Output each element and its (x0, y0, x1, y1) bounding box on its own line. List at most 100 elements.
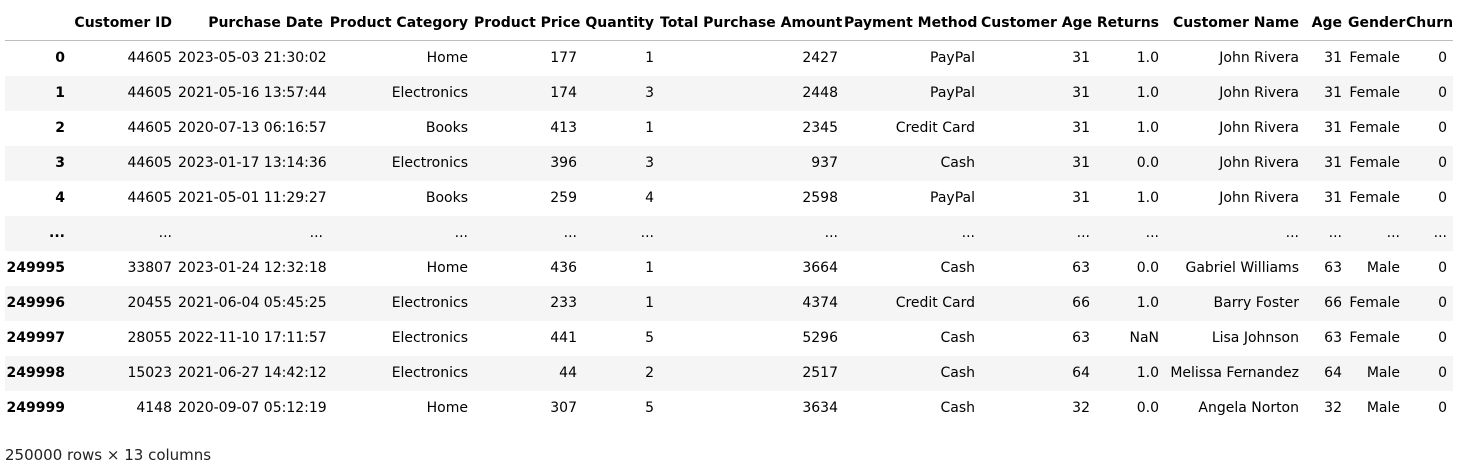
row-index: 1 (55, 85, 65, 101)
table-cell: 0 (1438, 400, 1447, 416)
table-cell: ... (640, 225, 654, 241)
table-cell: John Rivera (1219, 190, 1299, 206)
table-cell: 5296 (802, 330, 838, 346)
table-cell: 31 (1324, 50, 1342, 67)
table-cell: Lisa Johnson (1211, 330, 1299, 346)
column-header: Purchase Date (178, 6, 329, 41)
table-cell: 31 (1072, 120, 1090, 136)
table-cell: Electronics (391, 365, 468, 381)
column-header: Gender (1348, 6, 1406, 41)
table-cell: PayPal (930, 85, 975, 101)
table-body: 0 44605 2023-05-03 21:30:02 Home 177 1 2427 Pay… (5, 41, 1453, 426)
table-cell: 15023 (127, 365, 172, 381)
row-index: 249999 (6, 400, 65, 416)
table-cell: 2021-05-16 13:57:44 (178, 85, 327, 101)
table-cell: 259 (550, 190, 577, 206)
table-cell: Female (1349, 330, 1400, 346)
column-header: Customer ID (71, 6, 178, 41)
table-cell: PayPal (930, 190, 975, 206)
table-cell: 413 (550, 120, 577, 136)
table-cell: 2023-05-03 21:30:02 (178, 50, 327, 67)
table-cell: 0.0 (1136, 155, 1159, 171)
table-row: 249996 20455 2021-06-04 05:45:25 Electronic… (5, 285, 1453, 321)
table-cell: 0.0 (1136, 400, 1159, 416)
table-cell: ... (563, 225, 577, 241)
table-cell: Gabriel Williams (1185, 260, 1299, 276)
table-cell: 937 (811, 155, 838, 171)
table-cell: 44605 (127, 85, 172, 101)
table-cell: 1.0 (1136, 365, 1159, 381)
table-cell: ... (961, 225, 975, 241)
table-cell: Female (1349, 50, 1400, 67)
table-cell: Electronics (391, 85, 468, 101)
table-cell: 1.0 (1136, 190, 1159, 206)
column-header: Churn (1406, 6, 1453, 41)
table-cell: John Rivera (1219, 155, 1299, 171)
table-cell: 436 (550, 260, 577, 276)
table-row: 0 44605 2023-05-03 21:30:02 Home 177 1 2427 Pay… (5, 41, 1453, 76)
table-cell: 2021-06-27 14:42:12 (178, 365, 327, 381)
table-cell: 33807 (127, 260, 172, 276)
table-cell: Cash (940, 400, 975, 416)
table-cell: Electronics (391, 330, 468, 346)
table-cell: 0 (1438, 85, 1447, 101)
table-cell: Books (425, 120, 468, 136)
table-cell: 0 (1438, 120, 1447, 136)
table-cell: 31 (1324, 120, 1342, 136)
table-cell: 2427 (802, 50, 838, 67)
table-cell: Credit Card (895, 295, 975, 311)
table-row: 249995 33807 2023-01-24 12:32:18 Home 436 1 36… (5, 251, 1453, 286)
dataframe-table: Customer ID Purchase Date Product Catego… (5, 6, 1453, 426)
table-cell: Cash (940, 155, 975, 171)
table-row: ........................................… (5, 215, 1453, 251)
table-cell: 32 (1072, 400, 1090, 416)
table-cell: 4148 (136, 400, 172, 416)
table-cell: 63 (1072, 330, 1090, 346)
table-cell: 44605 (127, 190, 172, 206)
table-cell: 5 (645, 400, 654, 416)
table-cell: Cash (940, 330, 975, 346)
table-cell: 1.0 (1136, 120, 1159, 136)
table-cell: 2023-01-24 12:32:18 (178, 260, 327, 276)
table-cell: 44 (559, 365, 577, 381)
row-index: 249998 (6, 365, 65, 381)
table-cell: PayPal (930, 50, 975, 67)
table-cell: ... (824, 225, 838, 241)
table-row: 2 44605 2020-07-13 06:16:57 Books 413 1 2345 Cr… (5, 111, 1453, 146)
table-cell: 31 (1072, 190, 1090, 206)
table-cell: 31 (1324, 85, 1342, 101)
table-cell: Male (1366, 400, 1400, 416)
table-cell: 1 (645, 295, 654, 311)
table-cell: Female (1349, 85, 1400, 101)
table-cell: ... (1145, 225, 1159, 241)
table-row: 249997 28055 2022-11-10 17:11:57 Electronic… (5, 321, 1453, 356)
table-cell: 28055 (127, 330, 172, 346)
table-row: 249998 15023 2021-06-27 14:42:12 Electronic… (5, 355, 1453, 391)
column-header: Age (1305, 6, 1348, 41)
table-cell: 0 (1438, 50, 1447, 67)
table-cell: 20455 (127, 295, 172, 311)
row-index: 0 (55, 50, 65, 67)
table-cell: Female (1349, 155, 1400, 171)
table-cell: 2023-01-17 13:14:36 (178, 155, 327, 171)
table-cell: 2020-07-13 06:16:57 (178, 120, 327, 136)
index-header (5, 6, 71, 41)
header-row: Customer ID Purchase Date Product Catego… (5, 6, 1453, 41)
table-cell: 44605 (127, 120, 172, 136)
table-cell: 1 (645, 50, 654, 67)
table-cell: 307 (550, 400, 577, 416)
table-cell: 5 (645, 330, 654, 346)
table-cell: Cash (940, 260, 975, 276)
column-header: Customer Name (1165, 6, 1305, 41)
table-cell: 0 (1438, 190, 1447, 206)
table-cell: ... (454, 225, 468, 241)
column-header: Quantity (583, 6, 660, 41)
table-cell: 0 (1438, 295, 1447, 311)
table-cell: ... (1285, 225, 1299, 241)
table-cell: 2021-05-01 11:29:27 (178, 190, 327, 206)
table-cell: Credit Card (895, 120, 975, 136)
table-cell: 441 (550, 330, 577, 346)
column-header: Product Category (329, 6, 474, 41)
table-cell: ... (309, 225, 323, 241)
table-cell: 177 (550, 50, 577, 67)
